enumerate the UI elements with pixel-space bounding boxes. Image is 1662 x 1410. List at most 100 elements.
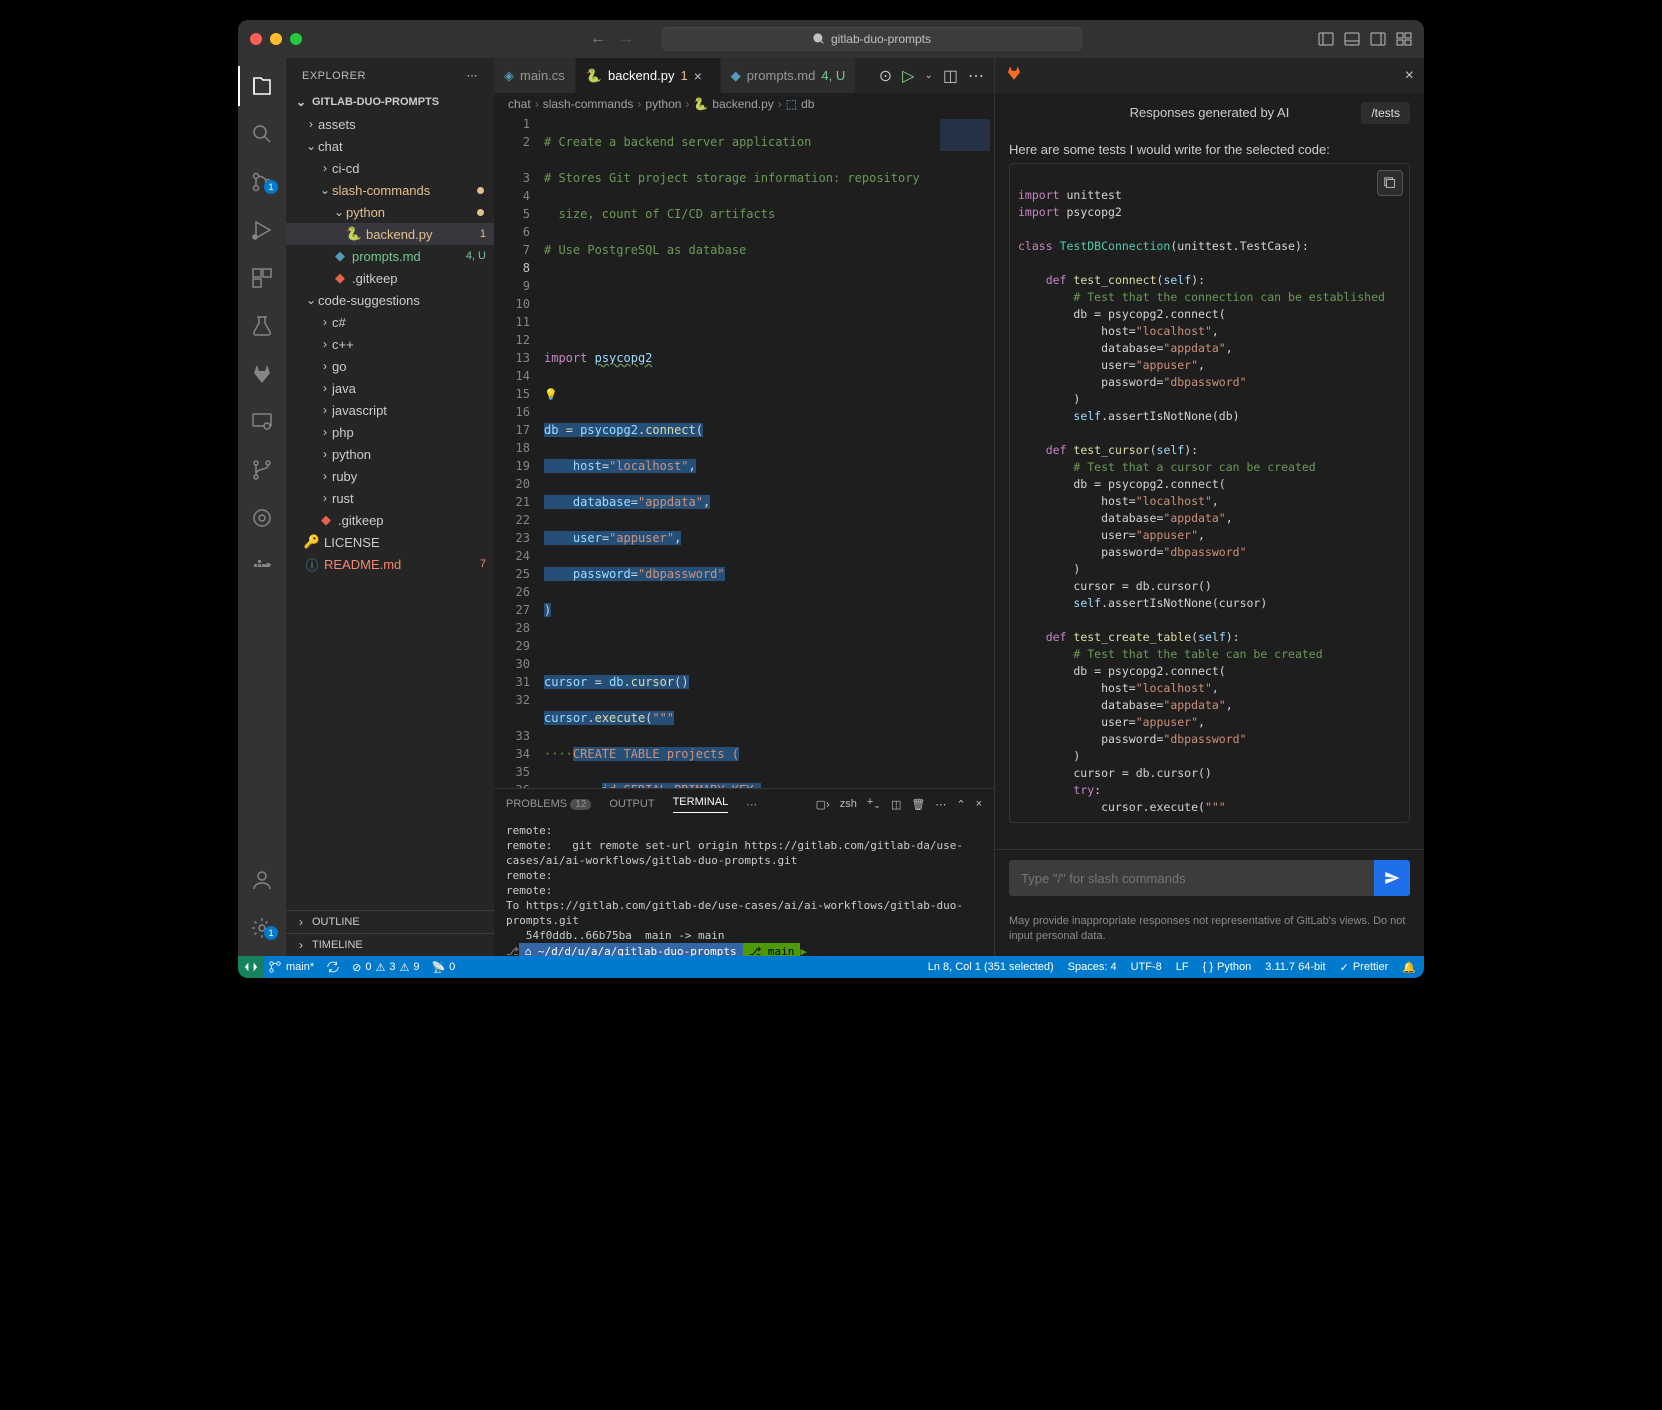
ai-header: Responses generated by AI /tests — [995, 93, 1424, 132]
sb-spaces[interactable]: Spaces: 4 — [1068, 961, 1117, 973]
folder-rust[interactable]: ›rust — [286, 487, 494, 509]
tab-backend-py[interactable]: 🐍backend.py1× — [576, 58, 721, 93]
panel-more-icon[interactable]: ⋯ — [746, 798, 757, 811]
editor-tabs: ◈main.cs 🐍backend.py1× ◆prompts.md4, U ⊙… — [494, 58, 994, 93]
folder-java[interactable]: ›java — [286, 377, 494, 399]
activity-extensions[interactable] — [238, 258, 286, 298]
copy-icon[interactable] — [1377, 170, 1403, 196]
search-icon — [813, 33, 825, 45]
gitlab-duo-icon[interactable] — [1005, 64, 1023, 87]
activity-git-graph[interactable] — [238, 450, 286, 490]
sb-problems[interactable]: ⊘ 0 ⚠ 3 ⚠ 9 — [352, 961, 419, 974]
sb-lang[interactable]: { } Python — [1203, 961, 1252, 973]
window-maximize-icon[interactable] — [290, 33, 302, 45]
explorer-more-icon[interactable]: ⋯ — [467, 69, 479, 82]
sb-eol[interactable]: LF — [1176, 961, 1189, 973]
sb-encoding[interactable]: UTF-8 — [1131, 961, 1162, 973]
csharp-icon: ◈ — [504, 68, 514, 84]
project-root[interactable]: ⌄GITLAB-DUO-PROMPTS — [286, 93, 494, 111]
tab-prompts-md[interactable]: ◆prompts.md4, U — [721, 58, 856, 93]
markdown-icon: ◆ — [332, 248, 348, 264]
git-icon: ◆ — [318, 512, 334, 528]
panel-tab-terminal[interactable]: TERMINAL — [673, 796, 729, 813]
compare-icon[interactable]: ⊙ — [879, 66, 892, 86]
activity-search[interactable] — [238, 114, 286, 154]
code-editor[interactable]: 1234567891011121314151617181920212223242… — [494, 115, 994, 788]
sb-remote[interactable] — [238, 956, 264, 978]
split-icon[interactable]: ◫ — [943, 66, 958, 86]
folder-javascript[interactable]: ›javascript — [286, 399, 494, 421]
ai-send-button[interactable] — [1374, 860, 1410, 896]
file-gitkeep[interactable]: ◆.gitkeep — [286, 267, 494, 289]
lightbulb-icon[interactable]: 💡 — [544, 388, 558, 401]
folder-python[interactable]: ⌄python — [286, 201, 494, 223]
folder-ruby[interactable]: ›ruby — [286, 465, 494, 487]
terminal-add-icon[interactable]: +⌄ — [867, 796, 881, 811]
nav-back-icon[interactable]: ← — [590, 30, 606, 48]
breadcrumb[interactable]: chat› slash-commands› python› 🐍backend.p… — [494, 93, 994, 115]
folder-php[interactable]: ›php — [286, 421, 494, 443]
file-prompts[interactable]: ◆prompts.md4, U — [286, 245, 494, 267]
activity-debug[interactable] — [238, 210, 286, 250]
terminal-output[interactable]: remote: remote: git remote set-url origi… — [494, 819, 994, 956]
panel-left-icon[interactable] — [1318, 31, 1334, 47]
explorer-sidebar: EXPLORER ⋯ ⌄GITLAB-DUO-PROMPTS ›assets ⌄… — [286, 58, 494, 956]
minimap[interactable] — [934, 115, 994, 788]
sb-prettier[interactable]: ✓ Prettier — [1340, 961, 1389, 974]
panel-bottom-icon[interactable] — [1344, 31, 1360, 47]
folder-cpp[interactable]: ›c++ — [286, 333, 494, 355]
folder-assets[interactable]: ›assets — [286, 113, 494, 135]
sb-branch[interactable]: main* — [268, 960, 314, 974]
folder-go[interactable]: ›go — [286, 355, 494, 377]
file-backend[interactable]: 🐍backend.py1 — [286, 223, 494, 245]
sb-ports[interactable]: 📡 0 — [431, 961, 455, 974]
layout-icon[interactable] — [1396, 31, 1412, 47]
sb-position[interactable]: Ln 8, Col 1 (351 selected) — [928, 961, 1054, 973]
ai-input[interactable] — [1009, 861, 1374, 896]
command-center[interactable]: gitlab-duo-prompts — [662, 27, 1082, 51]
terminal-trash-icon[interactable]: 🗑 — [911, 798, 925, 811]
activity-settings[interactable]: 1 — [238, 908, 286, 948]
activity-explorer[interactable] — [238, 66, 286, 106]
terminal-split-icon[interactable]: ◫ — [891, 798, 901, 811]
activity-docker[interactable] — [238, 546, 286, 586]
sb-python-version[interactable]: 3.11.7 64-bit — [1265, 961, 1325, 973]
panel-tab-output[interactable]: OUTPUT — [609, 798, 654, 810]
more-icon[interactable]: ⋯ — [968, 66, 984, 86]
folder-code-suggestions[interactable]: ⌄code-suggestions — [286, 289, 494, 311]
terminal-close-icon[interactable]: × — [976, 798, 982, 810]
nav-forward-icon[interactable]: → — [618, 30, 634, 48]
activity-account[interactable] — [238, 860, 286, 900]
window-minimize-icon[interactable] — [270, 33, 282, 45]
info-icon: ⓘ — [304, 555, 320, 574]
activity-target[interactable] — [238, 498, 286, 538]
sb-bell-icon[interactable]: 🔔 — [1402, 961, 1416, 974]
folder-cicd[interactable]: ›ci-cd — [286, 157, 494, 179]
file-license[interactable]: 🔑LICENSE — [286, 531, 494, 553]
window-close-icon[interactable] — [250, 33, 262, 45]
activity-scm[interactable]: 1 — [238, 162, 286, 202]
outline-section[interactable]: ›OUTLINE — [286, 910, 494, 933]
close-icon[interactable]: × — [694, 68, 710, 84]
terminal-up-icon[interactable]: ⌃ — [956, 798, 965, 811]
code-content[interactable]: # Create a backend server application # … — [544, 115, 934, 788]
run-icon[interactable]: ▷ — [902, 66, 914, 86]
tab-main-cs[interactable]: ◈main.cs — [494, 58, 576, 93]
terminal-more-icon[interactable]: ⋯ — [935, 798, 946, 811]
git-icon: ◆ — [332, 270, 348, 286]
activity-gitlab[interactable] — [238, 354, 286, 394]
folder-chat[interactable]: ⌄chat — [286, 135, 494, 157]
folder-csharp[interactable]: ›c# — [286, 311, 494, 333]
activity-testing[interactable] — [238, 306, 286, 346]
panel-tab-problems[interactable]: PROBLEMS 12 — [506, 798, 591, 810]
activity-remote[interactable] — [238, 402, 286, 442]
folder-python2[interactable]: ›python — [286, 443, 494, 465]
ai-close-icon[interactable]: × — [1405, 67, 1414, 85]
sb-sync[interactable] — [326, 960, 340, 974]
file-readme[interactable]: ⓘREADME.md7 — [286, 553, 494, 575]
file-gitkeep2[interactable]: ◆.gitkeep — [286, 509, 494, 531]
timeline-section[interactable]: ›TIMELINE — [286, 933, 494, 956]
folder-slash-commands[interactable]: ⌄slash-commands — [286, 179, 494, 201]
terminal-launch-icon[interactable]: ▢› — [816, 798, 830, 811]
panel-right-icon[interactable] — [1370, 31, 1386, 47]
